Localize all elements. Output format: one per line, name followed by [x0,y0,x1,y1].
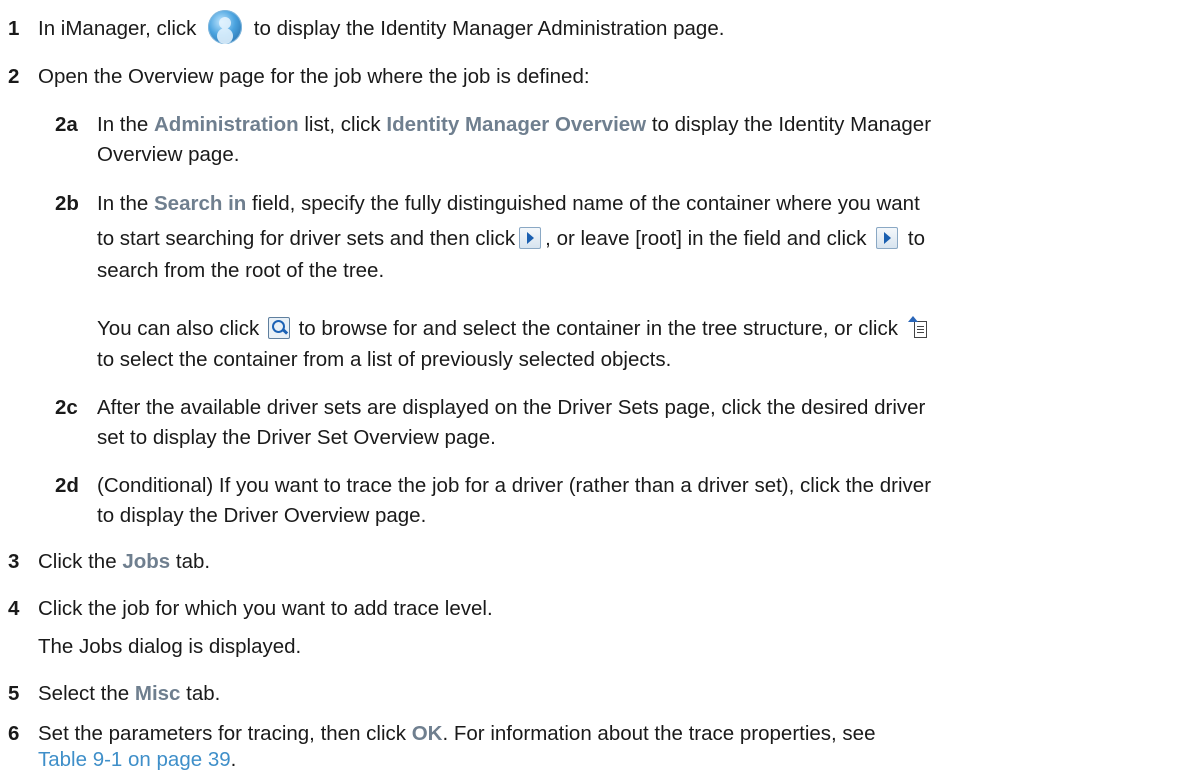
step-number: 2b [55,192,79,215]
step-3: 3 Click the Jobs tab. [8,545,211,579]
step-2a: 2a In the Administration list, click Ide… [55,108,932,142]
step-4-line2: The Jobs dialog is displayed. [38,630,301,664]
step-text: You can also click [97,317,260,340]
identity-manager-overview-label: Identity Manager Overview [386,113,647,136]
go-arrow-icon[interactable] [876,226,899,249]
step-text: , or leave [root] in the field and click [545,227,867,250]
step-text: Click the [38,550,117,573]
step-text: Set the parameters for tracing, then cli… [38,722,407,745]
step-number: 5 [8,682,20,705]
step-2: 2 Open the Overview page for the job whe… [8,60,590,94]
step-2b-line2: to start searching for driver sets and t… [97,222,925,256]
step-1: 1 In iManager, click to display the Iden… [8,9,725,47]
step-text: Click the job for which you want to add … [38,597,493,620]
identity-manager-icon[interactable] [208,9,243,44]
step-text: tab. [186,682,221,705]
step-text: . [230,748,237,771]
step-number: 3 [8,550,20,573]
step-2b-note: You can also click to browse for and sel… [97,312,929,346]
step-text: to start searching for driver sets and t… [97,227,516,250]
jobs-tab-label: Jobs [122,550,171,573]
step-text: to display the Identity Manager [651,113,932,136]
step-text: set to display the Driver Set Overview p… [97,426,496,449]
step-text: In the [97,192,149,215]
history-list-icon[interactable] [907,315,927,338]
step-6-line2: Table 9-1 on page 39. [38,743,236,777]
step-2d-line2: to display the Driver Overview page. [97,499,426,533]
step-text: In the [97,113,149,136]
step-2c-line2: set to display the Driver Set Overview p… [97,421,496,455]
step-text: Open the Overview page for the job where… [38,65,590,88]
step-2c: 2c After the available driver sets are d… [55,391,926,425]
step-2a-continued: Overview page. [97,138,239,172]
table-9-1-link[interactable]: Table 9-1 on page 39 [38,748,231,771]
step-text: tab. [175,550,211,573]
step-text: . For information about the trace proper… [442,722,876,745]
step-text: field, specify the fully distinguished n… [252,192,920,215]
step-text: Select the [38,682,130,705]
step-text: search from the root of the tree. [97,259,385,282]
go-arrow-icon[interactable] [519,226,542,249]
step-2b-line3: search from the root of the tree. [97,254,384,288]
search-browse-icon[interactable] [267,316,290,339]
step-text: to browse for and select the container i… [298,317,898,340]
step-text: In iManager, click [38,17,197,40]
step-number: 6 [8,722,20,745]
step-text: After the available driver sets are disp… [97,396,926,419]
misc-tab-label: Misc [134,682,181,705]
step-2b: 2b In the Search in field, specify the f… [55,187,920,221]
step-text: to select the container from a list of p… [97,348,672,371]
step-text: list, click [304,113,381,136]
administration-label: Administration [154,113,299,136]
search-in-label: Search in [154,192,247,215]
step-4: 4 Click the job for which you want to ad… [8,592,493,626]
step-number: 2a [55,113,78,136]
step-number: 2d [55,474,79,497]
step-number: 4 [8,597,20,620]
step-2d: 2d (Conditional) If you want to trace th… [55,469,932,503]
step-text: (Conditional) If you want to trace the j… [97,474,932,497]
step-text: to display the Driver Overview page. [97,504,427,527]
step-text: to [907,227,926,250]
step-2b-note-line2: to select the container from a list of p… [97,343,671,377]
step-text: Overview page. [97,143,240,166]
ok-button-label: OK [411,722,443,745]
step-text: The Jobs dialog is displayed. [38,635,302,658]
document-page: { "steps": { "s1": {"num": "1", "pre": "… [0,0,1178,777]
step-number: 2c [55,396,78,419]
step-text: to display the Identity Manager Administ… [253,17,725,40]
step-number: 2 [8,65,20,88]
step-number: 1 [8,17,20,40]
step-5: 5 Select the Misc tab. [8,677,221,711]
